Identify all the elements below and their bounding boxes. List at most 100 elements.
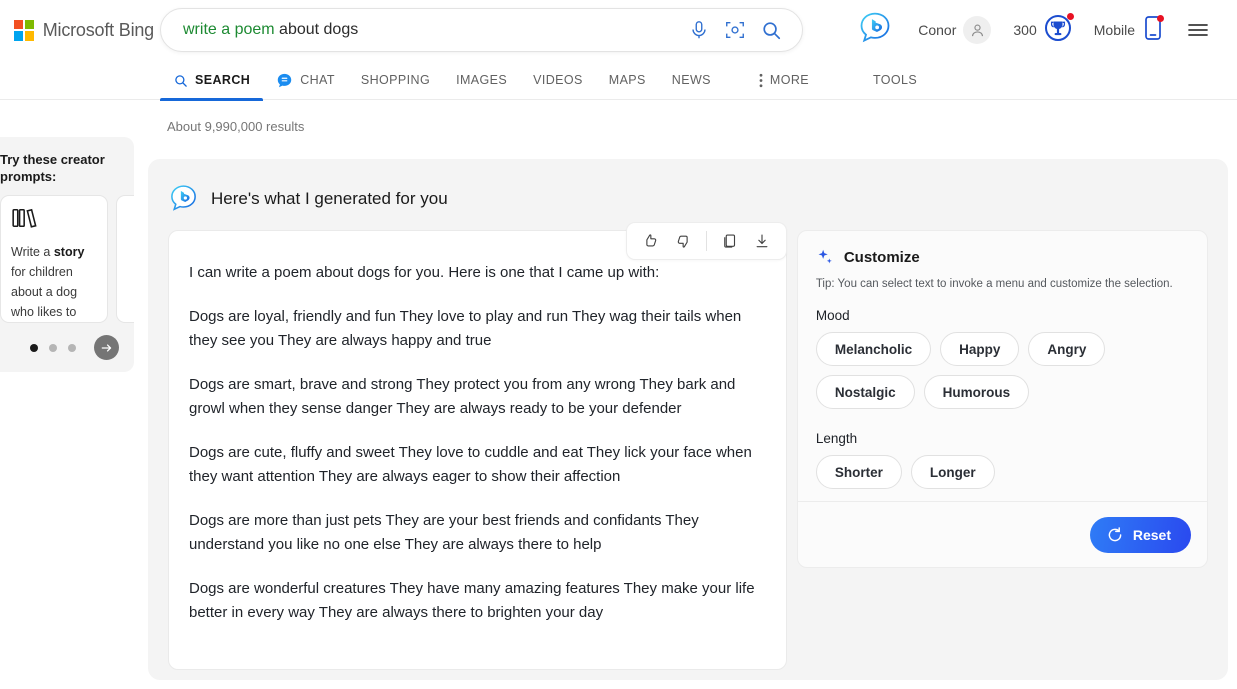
- creator-prompts-panel: Try these creator prompts: Write a story…: [0, 137, 134, 372]
- results-count: About 9,990,000 results: [167, 119, 305, 134]
- search-box[interactable]: write a poem about dogs: [160, 8, 803, 52]
- tab-label: CHAT: [300, 73, 335, 87]
- vertical-dots-icon: [759, 73, 763, 87]
- search-icon[interactable]: [760, 19, 782, 41]
- nav-tabs: SEARCH CHAT SHOPPING IMAGES VIDEOS MAPS …: [0, 60, 1237, 101]
- hamburger-menu-icon: [1188, 24, 1208, 36]
- poem-paragraph: Dogs are cute, fluffy and sweet They lov…: [189, 444, 752, 485]
- carousel-next-button[interactable]: [94, 335, 119, 360]
- bing-chat-button[interactable]: [847, 10, 907, 51]
- search-box-icons: [688, 19, 802, 41]
- length-option-longer[interactable]: Longer: [910, 455, 995, 489]
- tab-label: NEWS: [671, 73, 711, 87]
- avatar: [963, 16, 992, 44]
- generated-content-card: I can write a poem about dogs for you. H…: [168, 222, 787, 670]
- account-button[interactable]: Conor: [907, 16, 1002, 44]
- carousel-dot-2[interactable]: [49, 343, 57, 352]
- rewards-button[interactable]: 300: [1002, 12, 1082, 47]
- tab-news[interactable]: NEWS: [659, 60, 724, 100]
- poem-paragraph: Dogs are smart, brave and strong They pr…: [189, 376, 736, 417]
- customize-title: Customize: [843, 249, 920, 266]
- customize-content: Customize Tip: You can select text to in…: [798, 231, 1207, 501]
- mobile-label: Mobile: [1093, 22, 1135, 38]
- rewards-notification-dot: [1066, 12, 1074, 20]
- search-icon: [175, 74, 187, 87]
- customize-footer: Reset: [797, 501, 1207, 567]
- tab-shopping[interactable]: SHOPPING: [348, 60, 443, 100]
- microphone-icon[interactable]: [688, 19, 710, 41]
- hamburger-menu-button[interactable]: [1175, 18, 1221, 42]
- length-options: Shorter Longer: [815, 455, 1189, 489]
- visual-search-camera-icon[interactable]: [724, 19, 746, 41]
- account-name: Conor: [918, 22, 957, 38]
- page-header: Microsoft Bing write a poem about dogs C…: [0, 0, 1237, 60]
- tab-label: IMAGES: [456, 73, 508, 87]
- length-label: Length: [815, 431, 858, 446]
- carousel-dot-3[interactable]: [68, 343, 76, 352]
- sparkle-icon: [818, 249, 832, 264]
- search-query-rest: about dogs: [274, 21, 359, 38]
- download-icon: [756, 234, 768, 248]
- customize-panel: Customize Tip: You can select text to in…: [796, 230, 1208, 568]
- tab-label: SEARCH: [195, 73, 251, 87]
- poem-paragraph: Dogs are loyal, friendly and fun They lo…: [189, 308, 742, 349]
- copy-icon: [724, 234, 735, 248]
- mood-option-happy[interactable]: Happy: [940, 332, 1020, 366]
- thumbs-down-icon: [677, 235, 688, 248]
- mobile-notification-dot: [1157, 14, 1164, 22]
- tab-label: TOOLS: [873, 73, 918, 87]
- tab-more[interactable]: MORE: [746, 60, 822, 100]
- mood-options: Melancholic Happy Angry Nostalgic Humoro…: [815, 332, 1189, 409]
- poem-paragraph: Dogs are more than just pets They are yo…: [189, 512, 699, 553]
- search-query-highlight: write a poem: [183, 21, 275, 38]
- download-button[interactable]: [748, 227, 776, 255]
- tab-tools[interactable]: TOOLS: [860, 60, 930, 100]
- ai-answer-heading: Here's what I generated for you: [211, 188, 448, 208]
- mobile-icon-wrap: [1142, 14, 1164, 47]
- poem-paragraph: Dogs are wonderful creatures They have m…: [189, 580, 755, 621]
- customize-tip: Tip: You can select text to invoke a men…: [815, 278, 1173, 290]
- prompt-text-bold: story: [53, 245, 85, 259]
- carousel-dot-1[interactable]: [30, 343, 38, 352]
- prompt-text-post: for children about a dog who likes to ru…: [11, 265, 78, 319]
- reset-label: Reset: [1132, 526, 1171, 543]
- bing-brand-logo[interactable]: Microsoft Bing: [14, 19, 154, 41]
- creator-prompt-card[interactable]: Write a story for children about a dog w…: [0, 195, 108, 323]
- microsoft-logo-icon: [14, 19, 34, 41]
- tab-search[interactable]: SEARCH: [160, 60, 264, 101]
- thumbs-down-button[interactable]: [669, 227, 697, 255]
- customize-title-row: Customize: [816, 248, 1189, 267]
- mood-label: Mood: [815, 308, 850, 323]
- search-input[interactable]: write a poem about dogs: [161, 21, 688, 39]
- toolbar-divider: [705, 231, 707, 251]
- mood-option-melancholic[interactable]: Melancholic: [815, 332, 932, 366]
- ai-answer-body: I can write a poem about dogs for you. H…: [148, 214, 1228, 670]
- reset-button[interactable]: Reset: [1089, 516, 1191, 553]
- thumbs-up-icon: [646, 234, 657, 247]
- mood-option-nostalgic[interactable]: Nostalgic: [815, 375, 915, 409]
- mobile-button[interactable]: Mobile: [1083, 14, 1175, 47]
- copy-button[interactable]: [716, 227, 744, 255]
- tab-label: SHOPPING: [360, 73, 431, 87]
- header-actions: Conor 300 Mobile: [847, 10, 1225, 51]
- tab-videos[interactable]: VIDEOS: [520, 60, 596, 100]
- nav-tabs-bar: SEARCH CHAT SHOPPING IMAGES VIDEOS MAPS …: [0, 60, 1237, 101]
- creator-prompts-carousel: Write a story for children about a dog w…: [0, 195, 134, 323]
- tab-chat[interactable]: CHAT: [263, 60, 348, 100]
- feedback-toolbar: [625, 222, 787, 260]
- thumbs-up-button[interactable]: [637, 227, 665, 255]
- arrow-right-circle-icon: [101, 343, 111, 352]
- length-option-shorter[interactable]: Shorter: [815, 455, 902, 489]
- bing-chat-icon: [171, 185, 196, 211]
- creator-prompts-title: Try these creator prompts:: [0, 152, 105, 184]
- brand-label: Microsoft Bing: [42, 19, 154, 40]
- rewards-icon-wrap: [1044, 12, 1074, 47]
- mood-option-humorous[interactable]: Humorous: [923, 375, 1030, 409]
- tab-maps[interactable]: MAPS: [596, 60, 659, 100]
- bing-chat-icon: [860, 12, 890, 42]
- creator-prompt-card[interactable]: [116, 195, 134, 323]
- person-icon: [971, 24, 983, 36]
- mood-option-angry[interactable]: Angry: [1028, 332, 1106, 366]
- tab-images[interactable]: IMAGES: [443, 60, 520, 100]
- refresh-icon: [1108, 526, 1122, 541]
